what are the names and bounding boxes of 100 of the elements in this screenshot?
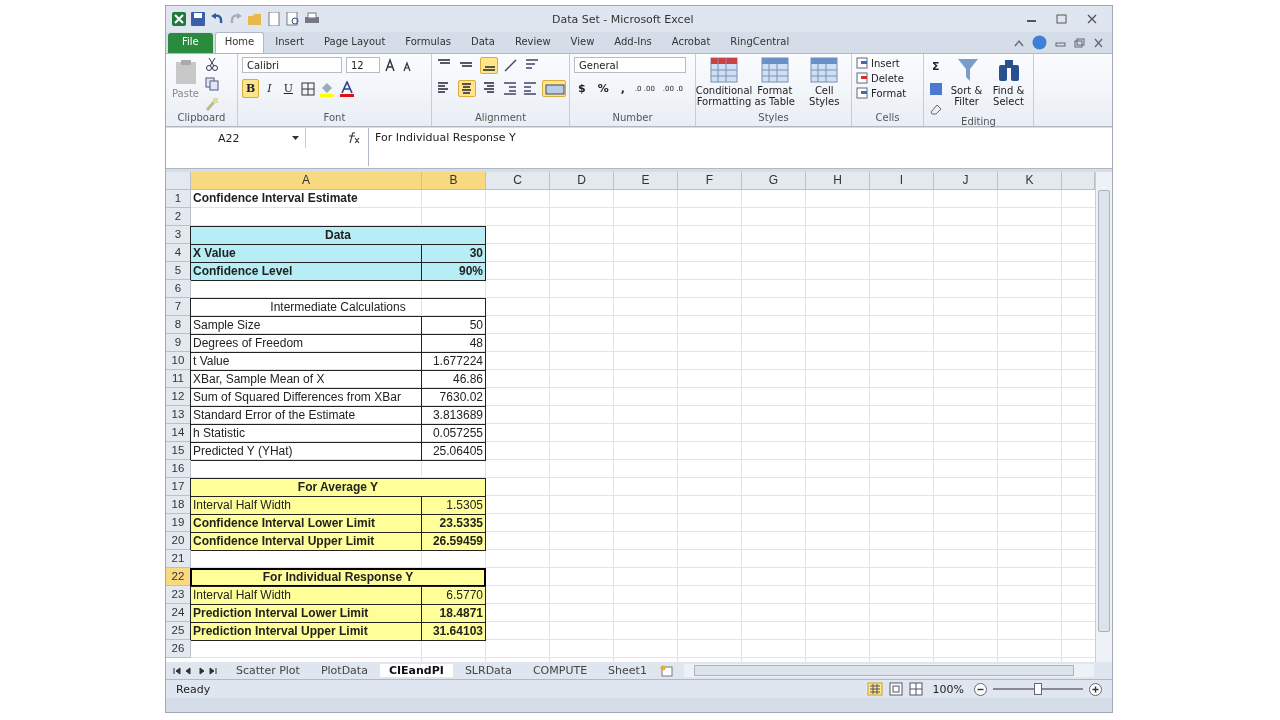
close-icon[interactable] [1093, 37, 1104, 48]
page-break-icon[interactable] [908, 682, 923, 696]
save-icon[interactable] [191, 12, 205, 26]
number-format-button[interactable]: , [616, 79, 629, 98]
row-header[interactable]: 7 [166, 298, 191, 316]
row-header[interactable]: 16 [166, 460, 191, 478]
column-header[interactable]: B [422, 172, 486, 190]
ribbon-tab[interactable]: View [561, 33, 604, 53]
column-header[interactable]: A [191, 172, 422, 190]
column-header[interactable]: C [486, 172, 550, 190]
underline-button[interactable]: U [279, 79, 297, 98]
align-icon[interactable] [480, 57, 498, 74]
font-name-field[interactable]: Calibri [242, 57, 342, 73]
column-header[interactable]: H [806, 172, 870, 190]
row-header[interactable]: 17 [166, 478, 191, 496]
sheet-tab[interactable]: Sheet1 [599, 664, 656, 677]
help-icon[interactable] [1032, 35, 1047, 50]
ribbon-tab[interactable]: Insert [266, 33, 313, 53]
formula-field[interactable]: For Individual Response Y [368, 128, 1112, 166]
column-header[interactable]: J [934, 172, 998, 190]
ribbon-tab[interactable]: Home [214, 32, 265, 53]
column-header[interactable]: E [614, 172, 678, 190]
styles-button[interactable]: Cell Styles [801, 57, 847, 107]
italic-button[interactable]: I [263, 79, 276, 98]
zoom-out-icon[interactable] [974, 682, 987, 696]
row-header[interactable]: 10 [166, 352, 191, 370]
insert-function-icon[interactable] [346, 132, 360, 144]
close-icon[interactable] [1086, 14, 1098, 24]
row-header[interactable]: 11 [166, 370, 191, 388]
row-header[interactable]: 24 [166, 604, 191, 622]
row-header[interactable]: 8 [166, 316, 191, 334]
row-header[interactable]: 25 [166, 622, 191, 640]
row-header[interactable]: 5 [166, 262, 191, 280]
number-format-field[interactable]: General [574, 57, 686, 73]
maximize-icon[interactable] [1056, 14, 1068, 24]
print-preview-icon[interactable] [286, 12, 300, 26]
cells-button[interactable]: Delete [856, 72, 904, 84]
ribbon-tab[interactable]: Acrobat [662, 33, 720, 53]
horizontal-scrollbar[interactable] [683, 664, 1094, 677]
cells-button[interactable]: Insert [856, 57, 900, 69]
row-header[interactable]: 22 [166, 568, 191, 586]
copy-icon[interactable] [205, 77, 219, 91]
row-header[interactable]: 3 [166, 226, 191, 244]
zoom-level[interactable]: 100% [932, 682, 964, 696]
excel-icon[interactable] [172, 12, 186, 26]
editing-button[interactable]: Sort & Filter [947, 57, 986, 107]
indent-icon[interactable] [522, 80, 538, 97]
ribbon-tab[interactable]: Add-Ins [605, 33, 661, 53]
undo-icon[interactable] [210, 12, 224, 26]
scissors-icon[interactable] [205, 57, 219, 71]
row-header[interactable]: 19 [166, 514, 191, 532]
font-size-field[interactable]: 12 [346, 57, 380, 73]
editing-button[interactable]: Find & Select [989, 57, 1028, 107]
fill-icon[interactable] [928, 82, 943, 96]
grow-font-icon[interactable] [384, 58, 398, 72]
printer-icon[interactable] [305, 12, 319, 26]
row-header[interactable]: 4 [166, 244, 191, 262]
row-header[interactable]: 23 [166, 586, 191, 604]
sheet-tab[interactable]: CIEandPI [379, 664, 453, 677]
zoom-in-icon[interactable] [1089, 682, 1102, 696]
column-header[interactable]: I [870, 172, 934, 190]
fill-color-icon[interactable] [318, 80, 335, 97]
number-format-button[interactable]: $ [574, 79, 590, 98]
column-header[interactable]: G [742, 172, 806, 190]
sheet-tab[interactable]: SLRData [455, 664, 521, 677]
eraser-icon[interactable] [928, 102, 943, 116]
row-header[interactable]: 2 [166, 208, 191, 226]
indent-icon[interactable] [502, 80, 518, 97]
row-header[interactable]: 14 [166, 424, 191, 442]
font-color-icon[interactable] [338, 80, 355, 97]
ribbon-tab[interactable]: RingCentral [721, 33, 799, 53]
cells-button[interactable]: Format [856, 87, 907, 99]
align-icon[interactable] [458, 80, 476, 97]
borders-icon[interactable] [300, 81, 315, 96]
merge-center-icon[interactable] [542, 80, 566, 97]
row-header[interactable]: 21 [166, 550, 191, 568]
sheet-tab[interactable]: PlotData [311, 664, 377, 677]
orientation-icon[interactable] [502, 57, 520, 74]
row-header[interactable]: 26 [166, 640, 191, 658]
column-header[interactable]: D [550, 172, 614, 190]
autosum-button[interactable]: Σ [928, 57, 944, 76]
vertical-scrollbar[interactable] [1095, 172, 1112, 662]
row-header[interactable]: 15 [166, 442, 191, 460]
number-format-button[interactable]: % [593, 79, 613, 98]
column-header[interactable]: K [998, 172, 1062, 190]
row-header[interactable]: 20 [166, 532, 191, 550]
ribbon-tab[interactable]: Data [462, 33, 504, 53]
sheet-tab[interactable]: Scatter Plot [227, 664, 309, 677]
bold-button[interactable]: B [242, 79, 260, 98]
ribbon-tab[interactable]: Review [505, 33, 560, 53]
row-header[interactable]: 1 [166, 190, 191, 208]
normal-view-icon[interactable] [866, 682, 883, 696]
column-header[interactable]: F [678, 172, 742, 190]
styles-button[interactable]: Format as Table [752, 57, 798, 107]
slider-thumb[interactable] [1034, 683, 1042, 695]
file-tab[interactable]: File [168, 33, 213, 53]
row-header[interactable]: 13 [166, 406, 191, 424]
restore-icon[interactable] [1074, 37, 1085, 48]
name-box[interactable]: A22 [166, 128, 306, 148]
page-layout-icon[interactable] [888, 682, 903, 696]
